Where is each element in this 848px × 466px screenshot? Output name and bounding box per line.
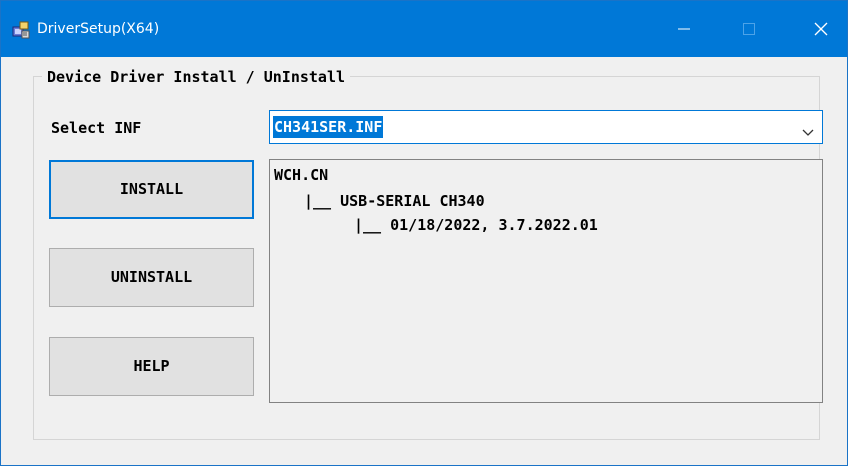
driver-info-box: WCH.CN |__ USB-SERIAL CH340 |__ 01/18/20…	[269, 159, 823, 403]
minimize-icon	[678, 28, 690, 30]
driver-setup-window: DriverSetup(X64) Device Driver Install /…	[0, 0, 848, 466]
info-vendor-line: WCH.CN	[274, 166, 329, 184]
close-icon	[814, 22, 828, 36]
select-inf-label: Select INF	[51, 119, 142, 137]
minimize-button[interactable]	[661, 1, 707, 57]
chevron-down-icon[interactable]	[802, 124, 814, 142]
uninstall-button[interactable]: UNINSTALL	[49, 248, 254, 307]
maximize-button[interactable]	[726, 1, 772, 57]
window-title: DriverSetup(X64)	[37, 21, 160, 37]
info-device-line: |__ USB-SERIAL CH340	[304, 192, 485, 210]
client-area: Device Driver Install / UnInstall Select…	[1, 57, 847, 465]
inf-selected-value: CH341SER.INF	[273, 116, 384, 138]
help-button[interactable]: HELP	[49, 337, 254, 396]
info-version-line: |__ 01/18/2022, 3.7.2022.01	[354, 216, 598, 234]
inf-select-combobox[interactable]: CH341SER.INF	[269, 110, 823, 144]
maximize-icon	[743, 23, 755, 35]
window-bottom-edge	[1, 462, 847, 465]
install-button[interactable]: INSTALL	[49, 160, 254, 219]
title-bar[interactable]: DriverSetup(X64)	[1, 1, 847, 57]
close-button[interactable]	[798, 1, 844, 57]
installer-icon	[12, 21, 30, 39]
groupbox-legend: Device Driver Install / UnInstall	[42, 66, 351, 88]
